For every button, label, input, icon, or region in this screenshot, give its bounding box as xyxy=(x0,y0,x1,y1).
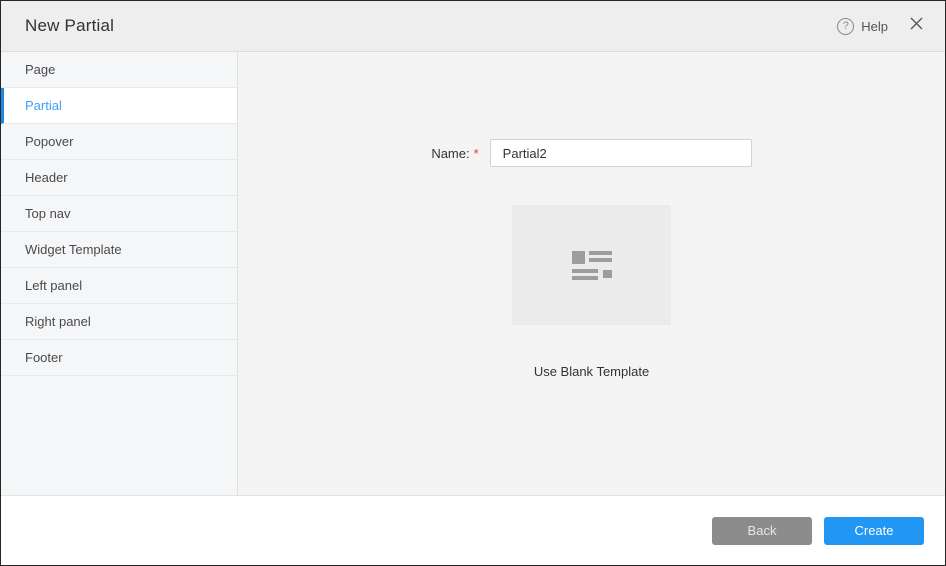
close-icon xyxy=(910,17,923,35)
wireframe-list-icon xyxy=(572,251,612,280)
sidebar-item-partial[interactable]: Partial xyxy=(1,88,237,124)
back-button[interactable]: Back xyxy=(712,517,812,545)
help-icon: ? xyxy=(837,18,854,35)
sidebar-item-widget-template[interactable]: Widget Template xyxy=(1,232,237,268)
name-input[interactable] xyxy=(490,139,752,167)
dialog-footer: Back Create xyxy=(1,495,945,565)
sidebar-item-top-nav[interactable]: Top nav xyxy=(1,196,237,232)
help-button[interactable]: ? Help xyxy=(837,18,888,35)
create-button[interactable]: Create xyxy=(824,517,924,545)
dialog-title: New Partial xyxy=(25,16,114,36)
template-caption: Use Blank Template xyxy=(534,364,649,379)
required-marker: * xyxy=(474,146,479,161)
help-label: Help xyxy=(861,19,888,34)
name-label: Name: * xyxy=(431,146,478,161)
sidebar-item-footer[interactable]: Footer xyxy=(1,340,237,376)
new-partial-dialog: New Partial ? Help Page Partial Popover … xyxy=(0,0,946,566)
close-button[interactable] xyxy=(910,17,923,35)
main-content: Name:* Use Blank xyxy=(238,52,945,495)
sidebar-item-left-panel[interactable]: Left panel xyxy=(1,268,237,304)
sidebar: Page Partial Popover Header Top nav Widg… xyxy=(1,52,238,495)
template-thumbnail xyxy=(512,205,671,325)
name-row: Name: * xyxy=(431,139,751,167)
dialog-header: New Partial ? Help xyxy=(1,1,945,52)
sidebar-item-right-panel[interactable]: Right panel xyxy=(1,304,237,340)
sidebar-item-header[interactable]: Header xyxy=(1,160,237,196)
dialog-body: Page Partial Popover Header Top nav Widg… xyxy=(1,52,945,495)
header-actions: ? Help xyxy=(837,17,923,35)
sidebar-item-page[interactable]: Page xyxy=(1,52,237,88)
name-label-text: Name: xyxy=(431,146,469,161)
blank-template-card[interactable]: Use Blank Template xyxy=(512,205,671,379)
sidebar-item-popover[interactable]: Popover xyxy=(1,124,237,160)
